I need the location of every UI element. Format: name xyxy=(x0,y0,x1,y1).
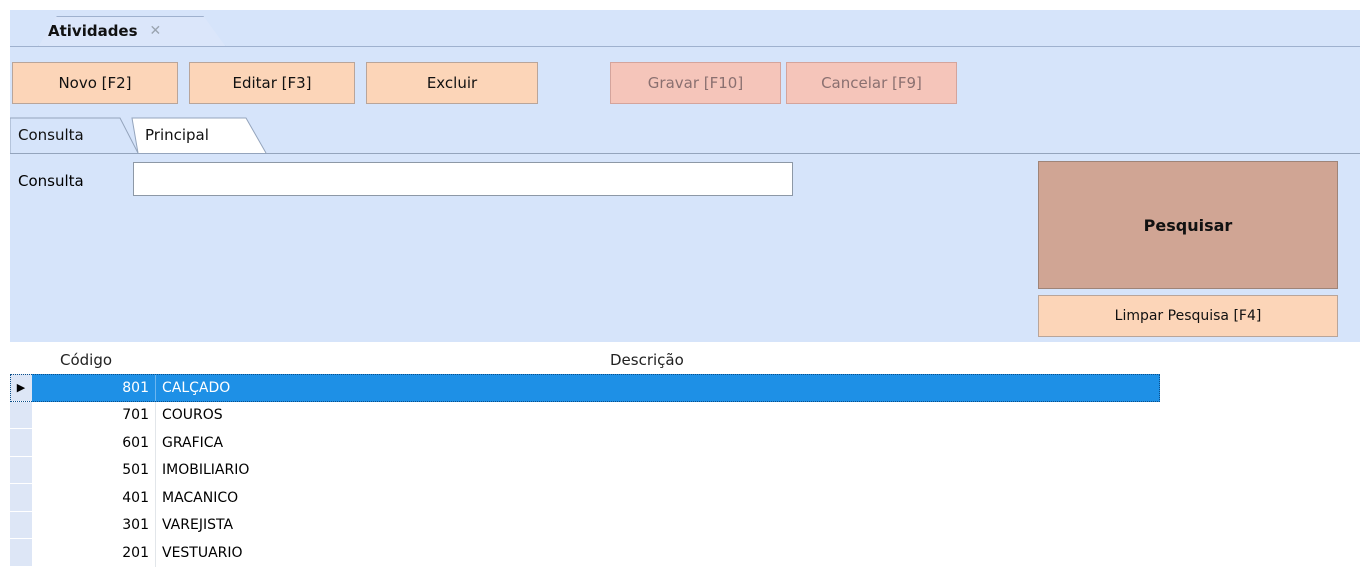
cell-codigo[interactable]: 501 xyxy=(32,456,156,484)
table-row[interactable]: 601 GRAFICA xyxy=(10,429,1160,457)
cell-descricao[interactable]: GRAFICA xyxy=(156,429,1160,457)
table-row[interactable]: 501 IMOBILIARIO xyxy=(10,456,1160,485)
cell-codigo[interactable]: 401 xyxy=(32,484,156,512)
row-indicator[interactable] xyxy=(10,484,32,512)
editar-button[interactable]: Editar [F3] xyxy=(189,62,355,104)
table-row[interactable]: 401 MACANICO xyxy=(10,484,1160,512)
consulta-label: Consulta xyxy=(18,172,84,190)
cell-descricao[interactable]: VAREJISTA xyxy=(156,512,1160,540)
table-row[interactable]: ▶ 801 CALÇADO xyxy=(10,374,1160,402)
row-indicator-arrow-icon[interactable]: ▶ xyxy=(10,374,32,402)
cell-descricao[interactable]: COUROS xyxy=(156,402,1160,430)
cell-descricao[interactable]: IMOBILIARIO xyxy=(156,457,1160,485)
row-indicator[interactable] xyxy=(10,456,32,484)
column-header-codigo[interactable]: Código xyxy=(60,351,112,369)
cancelar-button[interactable]: Cancelar [F9] xyxy=(786,62,957,104)
pesquisar-button[interactable]: Pesquisar xyxy=(1038,161,1338,289)
row-indicator[interactable] xyxy=(10,429,32,457)
cell-codigo[interactable]: 301 xyxy=(32,511,156,539)
column-header-descricao[interactable]: Descrição xyxy=(610,351,684,369)
table-row[interactable]: 201 VESTUARIO xyxy=(10,539,1160,567)
sub-tabs-divider xyxy=(10,153,1360,154)
cell-codigo[interactable]: 201 xyxy=(32,539,156,567)
document-tab-content: Atividades ✕ xyxy=(48,16,161,46)
limpar-pesquisa-button[interactable]: Limpar Pesquisa [F4] xyxy=(1038,295,1338,337)
results-grid: Código Descrição ▶ 801 CALÇADO 701 COUROS 601… xyxy=(10,344,1160,567)
cell-descricao[interactable]: MACANICO xyxy=(156,484,1160,512)
consulta-input[interactable] xyxy=(133,162,793,196)
row-indicator[interactable] xyxy=(10,511,32,539)
tab-principal[interactable]: Principal xyxy=(145,117,209,153)
cell-codigo[interactable]: 701 xyxy=(32,401,156,429)
table-row[interactable]: 701 COUROS xyxy=(10,401,1160,430)
table-row[interactable]: 301 VAREJISTA xyxy=(10,511,1160,540)
cell-codigo[interactable]: 801 xyxy=(32,374,156,402)
document-tab-label: Atividades xyxy=(48,22,138,40)
novo-button[interactable]: Novo [F2] xyxy=(12,62,178,104)
cell-descricao[interactable]: CALÇADO xyxy=(156,374,1160,402)
grid-header: Código Descrição xyxy=(10,344,1160,374)
row-indicator[interactable] xyxy=(10,401,32,429)
cell-codigo[interactable]: 601 xyxy=(32,429,156,457)
grid-body: ▶ 801 CALÇADO 701 COUROS 601 GRAFICA 501 IMOBILI… xyxy=(10,374,1160,567)
excluir-button[interactable]: Excluir xyxy=(366,62,538,104)
gravar-button[interactable]: Gravar [F10] xyxy=(610,62,781,104)
tab-consulta[interactable]: Consulta xyxy=(18,117,84,153)
tab-divider xyxy=(10,46,1360,47)
row-indicator[interactable] xyxy=(10,539,32,567)
close-icon[interactable]: ✕ xyxy=(150,23,162,39)
cell-descricao[interactable]: VESTUARIO xyxy=(156,539,1160,567)
